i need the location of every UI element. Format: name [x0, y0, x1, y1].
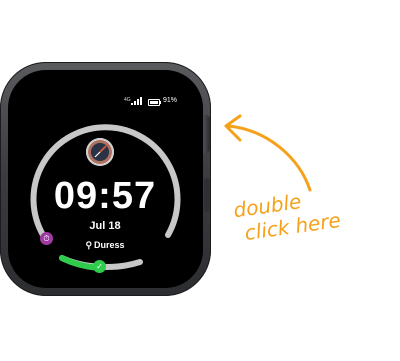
network-label: 4G	[124, 97, 131, 103]
timer-icon[interactable]: ⏱	[40, 232, 53, 245]
hint-arrow	[226, 124, 312, 192]
signal-bars-icon	[131, 97, 145, 105]
location-pin-icon: ⚲	[85, 240, 93, 250]
watch-date: Jul 18	[89, 220, 121, 232]
battery-percent: 91%	[163, 97, 178, 104]
watch-time: 09:57	[53, 175, 157, 217]
battery-icon	[148, 99, 160, 106]
check-icon[interactable]: ✓	[93, 260, 106, 273]
duress-complication[interactable]: ⚲ Duress	[40, 240, 170, 251]
duress-label: Duress	[94, 240, 125, 250]
battery-cap	[160, 101, 161, 104]
compass-icon[interactable]	[86, 138, 114, 166]
